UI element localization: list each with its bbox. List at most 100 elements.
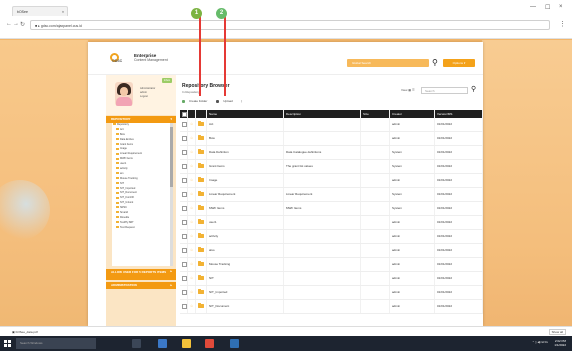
cell-name[interactable]: NIT_Imported: [207, 286, 284, 299]
favorite-star-icon[interactable]: ☆: [188, 132, 196, 145]
edge-icon[interactable]: [158, 339, 167, 348]
show-all-button[interactable]: Show all: [548, 329, 566, 335]
favorite-star-icon[interactable]: ☆: [188, 258, 196, 271]
taskbar-search-input[interactable]: Search Windows: [16, 338, 96, 349]
upload-button[interactable]: Upload: [216, 99, 237, 103]
favorite-star-icon[interactable]: ☆: [188, 174, 196, 187]
row-checkbox[interactable]: [180, 160, 188, 173]
section-repository[interactable]: REPOSITORY ▾: [106, 116, 176, 123]
select-all-checkbox[interactable]: [180, 110, 188, 118]
column-header[interactable]: Size: [361, 110, 390, 118]
search-icon[interactable]: ⚲: [432, 58, 438, 67]
section-administration[interactable]: ADMINISTRATION ▸: [106, 282, 176, 289]
cell-name[interactable]: Mouse Tracking: [207, 258, 284, 271]
favorite-star-icon[interactable]: ☆: [188, 272, 196, 285]
row-checkbox[interactable]: [180, 258, 188, 271]
browser-tab[interactable]: bOSee ×: [12, 6, 68, 16]
favorite-star-icon[interactable]: ☆: [188, 202, 196, 215]
table-row[interactable]: ☆ also admin 01/01/2022: [180, 244, 483, 258]
system-tray[interactable]: ^ ▯ ◀) ENG: [533, 340, 548, 344]
tree-scrollbar[interactable]: [170, 123, 173, 266]
logout-link[interactable]: Logout: [140, 95, 155, 99]
row-checkbox[interactable]: [180, 188, 188, 201]
section-allow-user[interactable]: ALLOW USER FOR 5 REPORTS ITEMS ▸: [106, 269, 176, 280]
favorite-star-icon[interactable]: ☆: [188, 230, 196, 243]
cell-name[interactable]: NIT_Document: [207, 300, 284, 313]
row-checkbox[interactable]: [180, 244, 188, 257]
table-row[interactable]: ☆ Linear Requirement Linear Requirement Sys…: [180, 188, 483, 202]
column-header[interactable]: Creator: [390, 110, 435, 118]
table-row[interactable]: ☆ NIT_Imported admin 01/01/2022: [180, 286, 483, 300]
reload-icon[interactable]: ↻: [20, 21, 25, 28]
cell-name[interactable]: NIT: [207, 272, 284, 285]
url-input[interactable]: ■ ▸ gdsc.com/ajaxpanel.cus.id: [30, 20, 550, 30]
task-view-icon[interactable]: [132, 339, 141, 348]
table-row[interactable]: ☆ MWF Items MWF Items System 01/01/2022: [180, 202, 483, 216]
row-checkbox[interactable]: [180, 118, 188, 131]
table-row[interactable]: ☆ Act admin 01/01/2022: [180, 118, 483, 132]
cell-name[interactable]: Grant Items: [207, 160, 284, 173]
column-header[interactable]: Version/MS: [435, 110, 483, 118]
favorite-star-icon[interactable]: ☆: [188, 216, 196, 229]
favorite-star-icon[interactable]: ☆: [188, 244, 196, 257]
start-menu-icon[interactable]: [4, 340, 11, 347]
table-row[interactable]: ☆ Image admin 01/01/2022: [180, 174, 483, 188]
cell-name[interactable]: Data Definition: [207, 146, 284, 159]
row-checkbox[interactable]: [180, 300, 188, 313]
favorite-star-icon[interactable]: ☆: [188, 118, 196, 131]
back-icon[interactable]: ←: [6, 21, 12, 27]
table-row[interactable]: ☆ activity admin 01/01/2022: [180, 230, 483, 244]
browser-menu-icon[interactable]: ⋮: [559, 20, 566, 28]
tree-item[interactable]: Test Request: [112, 226, 170, 231]
clock[interactable]: 2:02 PM 1/1/2022: [554, 339, 566, 347]
close-window-icon[interactable]: ×: [559, 4, 563, 10]
favorite-star-icon[interactable]: ☆: [188, 188, 196, 201]
row-checkbox[interactable]: [180, 174, 188, 187]
row-checkbox[interactable]: [180, 272, 188, 285]
row-checkbox[interactable]: [180, 230, 188, 243]
cell-name[interactable]: Bow: [207, 132, 284, 145]
favorite-star-icon[interactable]: ☆: [188, 286, 196, 299]
column-header[interactable]: [188, 110, 196, 118]
table-row[interactable]: ☆ user1 admin 01/01/2022: [180, 216, 483, 230]
table-row[interactable]: ☆ NIT_Document admin 01/01/2022: [180, 300, 483, 314]
table-row[interactable]: ☆ Bow admin 01/01/2022: [180, 132, 483, 146]
view-toggle[interactable]: View ▦ ☰: [401, 88, 415, 92]
table-row[interactable]: ☆ NIT admin 01/01/2022: [180, 272, 483, 286]
favorite-star-icon[interactable]: ☆: [188, 300, 196, 313]
download-item[interactable]: ▣ bOSee_data.pdf: [12, 329, 72, 335]
cell-name[interactable]: Linear Requirement: [207, 188, 284, 201]
forward-icon[interactable]: →: [13, 21, 19, 27]
table-row[interactable]: ☆ Grant Items The grant list values System 0…: [180, 160, 483, 174]
favorite-star-icon[interactable]: ☆: [188, 146, 196, 159]
cell-name[interactable]: also: [207, 244, 284, 257]
chrome-icon[interactable]: [205, 339, 214, 348]
row-checkbox[interactable]: [180, 132, 188, 145]
options-button[interactable]: Options ▾: [443, 59, 475, 67]
create-folder-button[interactable]: Create Folder: [182, 99, 211, 103]
file-explorer-icon[interactable]: [182, 339, 191, 348]
app-icon[interactable]: [230, 339, 239, 348]
cell-name[interactable]: activity: [207, 230, 284, 243]
repository-search-input[interactable]: Search: [421, 87, 468, 94]
row-checkbox[interactable]: [180, 286, 188, 299]
column-header[interactable]: [196, 110, 207, 118]
cell-name[interactable]: user1: [207, 216, 284, 229]
inbox-badge[interactable]: Inbox: [162, 78, 172, 83]
favorite-star-icon[interactable]: ☆: [188, 160, 196, 173]
tab-close-icon[interactable]: ×: [62, 7, 64, 17]
row-checkbox[interactable]: [180, 202, 188, 215]
column-header[interactable]: Name: [207, 110, 284, 118]
minimize-icon[interactable]: —: [530, 4, 536, 10]
repository-search-icon[interactable]: ⚲: [471, 85, 476, 93]
global-search-input[interactable]: Global Search: [347, 59, 429, 67]
row-checkbox[interactable]: [180, 146, 188, 159]
table-row[interactable]: ☆ Mouse Tracking admin 01/01/2022: [180, 258, 483, 272]
cell-name[interactable]: Act: [207, 118, 284, 131]
cell-name[interactable]: MWF Items: [207, 202, 284, 215]
maximize-icon[interactable]: ☐: [545, 4, 550, 11]
column-header[interactable]: Description: [284, 110, 361, 118]
row-checkbox[interactable]: [180, 216, 188, 229]
table-row[interactable]: ☆ Data Definition Data Catalogue definitio…: [180, 146, 483, 160]
cell-name[interactable]: Image: [207, 174, 284, 187]
